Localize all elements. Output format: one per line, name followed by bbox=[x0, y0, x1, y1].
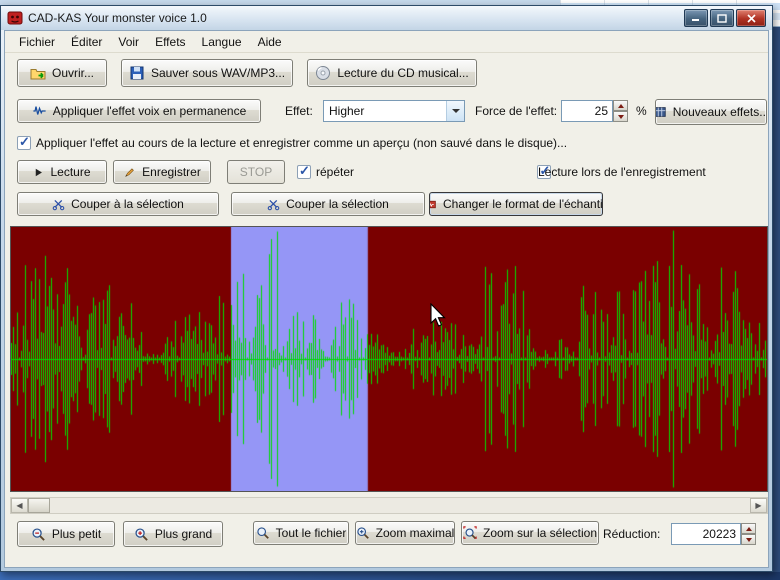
chevron-down-icon[interactable] bbox=[446, 101, 464, 121]
whole-file-button[interactable]: Tout le fichier bbox=[253, 521, 349, 545]
magnifier-selection-icon bbox=[463, 526, 477, 540]
save-button-label: Sauver sous WAV/MP3... bbox=[151, 66, 285, 80]
play-button[interactable]: Lecture bbox=[17, 160, 107, 184]
menu-effets[interactable]: Effets bbox=[147, 33, 193, 51]
window-title: CAD-KAS Your monster voice 1.0 bbox=[28, 11, 684, 25]
waveform-canvas[interactable] bbox=[11, 227, 767, 491]
whole-file-label: Tout le fichier bbox=[276, 526, 347, 540]
voice-effect-icon bbox=[32, 104, 47, 118]
open-button[interactable]: Ouvrir... bbox=[17, 59, 107, 87]
stepper-down-icon[interactable] bbox=[741, 534, 756, 545]
play-icon bbox=[33, 167, 44, 178]
zoom-selection-button[interactable]: Zoom sur la sélection bbox=[461, 521, 599, 545]
apply-effect-label: Appliquer l'effet voix en permanence bbox=[53, 104, 247, 118]
effect-force-stepper[interactable] bbox=[613, 100, 628, 122]
change-format-button[interactable]: Changer le format de l'échantill bbox=[429, 192, 603, 216]
effect-row: Appliquer l'effet voix en permanence Eff… bbox=[5, 97, 768, 125]
stepper-up-icon[interactable] bbox=[741, 523, 756, 534]
magnifier-minus-icon bbox=[31, 527, 46, 542]
maximize-button[interactable] bbox=[710, 9, 734, 27]
app-window: CAD-KAS Your monster voice 1.0 Fichier É… bbox=[0, 5, 773, 572]
file-button-row: Ouvrir... Sauver sous WAV/MP3... bbox=[5, 59, 768, 87]
menu-aide[interactable]: Aide bbox=[250, 33, 290, 51]
cut-to-selection-label: Couper à la sélection bbox=[71, 197, 184, 211]
open-file-icon bbox=[30, 65, 46, 81]
menu-fichier[interactable]: Fichier bbox=[11, 33, 63, 51]
reduction-input[interactable] bbox=[671, 523, 741, 545]
zoom-out-label: Plus petit bbox=[52, 527, 101, 541]
open-button-label: Ouvrir... bbox=[52, 66, 94, 80]
zoom-in-button[interactable]: Plus grand bbox=[123, 521, 223, 547]
minimize-button[interactable] bbox=[684, 9, 708, 27]
save-disk-icon bbox=[129, 65, 145, 81]
scissors-icon bbox=[52, 198, 65, 211]
record-pencil-icon bbox=[123, 166, 136, 179]
stepper-down-icon[interactable] bbox=[613, 111, 628, 122]
repeat-checkbox-label: répéter bbox=[316, 160, 354, 184]
scrollbar-thumb[interactable] bbox=[28, 498, 50, 513]
save-button[interactable]: Sauver sous WAV/MP3... bbox=[121, 59, 293, 87]
effect-force-label: Force de l'effet: bbox=[475, 97, 557, 125]
menu-editer[interactable]: Éditer bbox=[63, 33, 110, 51]
menu-langue[interactable]: Langue bbox=[194, 33, 250, 51]
client-area: Fichier Éditer Voir Effets Langue Aide O… bbox=[4, 30, 769, 568]
waveform-display[interactable] bbox=[10, 226, 768, 492]
effect-label: Effet: bbox=[285, 97, 313, 125]
sample-format-icon bbox=[429, 198, 437, 211]
monitor-checkbox-label: Lecture lors de l'enregistrement bbox=[538, 160, 706, 184]
change-format-label: Changer le format de l'échantill bbox=[443, 197, 603, 211]
edit-row: Couper à la sélection Couper la sélectio… bbox=[5, 192, 768, 216]
preview-checkbox[interactable] bbox=[17, 136, 31, 150]
magnifier-icon bbox=[256, 526, 270, 540]
background-bottom-strip bbox=[0, 572, 780, 580]
scissors-icon bbox=[267, 198, 280, 211]
apply-effect-button[interactable]: Appliquer l'effet voix en permanence bbox=[17, 99, 261, 123]
reduction-stepper[interactable] bbox=[741, 523, 756, 545]
effect-force-input[interactable] bbox=[561, 100, 613, 122]
zoom-in-label: Plus grand bbox=[155, 527, 212, 541]
cd-play-button[interactable]: Lecture du CD musical... bbox=[307, 59, 477, 87]
menu-bar: Fichier Éditer Voir Effets Langue Aide bbox=[5, 31, 768, 53]
magnifier-plus-icon bbox=[134, 527, 149, 542]
zoom-out-button[interactable]: Plus petit bbox=[17, 521, 115, 547]
transport-row: Lecture Enregistrer STOP répéter Lecture… bbox=[5, 160, 768, 184]
effect-select[interactable]: Higher bbox=[323, 100, 465, 122]
title-bar[interactable]: CAD-KAS Your monster voice 1.0 bbox=[1, 6, 772, 30]
waveform-scrollbar[interactable]: ◀ ▶ bbox=[10, 497, 768, 514]
record-button[interactable]: Enregistrer bbox=[113, 160, 211, 184]
cut-to-selection-button[interactable]: Couper à la sélection bbox=[17, 192, 219, 216]
stepper-up-icon[interactable] bbox=[613, 100, 628, 111]
zoom-selection-label: Zoom sur la sélection bbox=[483, 526, 597, 540]
scrollbar-left-arrow[interactable]: ◀ bbox=[11, 498, 28, 513]
new-effects-label: Nouveaux effets... bbox=[673, 105, 767, 119]
close-button[interactable] bbox=[736, 9, 766, 27]
repeat-checkbox[interactable] bbox=[297, 165, 311, 179]
percent-label: % bbox=[636, 97, 647, 125]
effects-grid-icon bbox=[655, 105, 667, 119]
cut-selection-button[interactable]: Couper la sélection bbox=[231, 192, 425, 216]
effect-select-value: Higher bbox=[324, 104, 446, 118]
cd-icon bbox=[315, 65, 331, 81]
scrollbar-right-arrow[interactable]: ▶ bbox=[750, 498, 767, 513]
preview-row: Appliquer l'effet au cours de la lecture… bbox=[5, 135, 768, 151]
app-icon bbox=[7, 10, 23, 26]
zoom-max-button[interactable]: Zoom maximal bbox=[355, 521, 455, 545]
zoom-max-label: Zoom maximal bbox=[376, 526, 455, 540]
scrollbar-track[interactable] bbox=[50, 498, 750, 513]
stop-button-label: STOP bbox=[240, 165, 272, 179]
record-button-label: Enregistrer bbox=[142, 165, 201, 179]
play-button-label: Lecture bbox=[50, 165, 90, 179]
zoom-row: Plus petit Plus grand bbox=[5, 521, 768, 547]
cut-selection-label: Couper la sélection bbox=[286, 197, 389, 211]
preview-checkbox-label: Appliquer l'effet au cours de la lecture… bbox=[36, 135, 567, 151]
menu-voir[interactable]: Voir bbox=[110, 33, 147, 51]
cd-play-button-label: Lecture du CD musical... bbox=[337, 66, 468, 80]
reduction-label: Réduction: bbox=[603, 521, 660, 547]
magnifier-icon bbox=[356, 526, 370, 540]
stop-button: STOP bbox=[227, 160, 285, 184]
new-effects-button[interactable]: Nouveaux effets... bbox=[655, 99, 767, 125]
